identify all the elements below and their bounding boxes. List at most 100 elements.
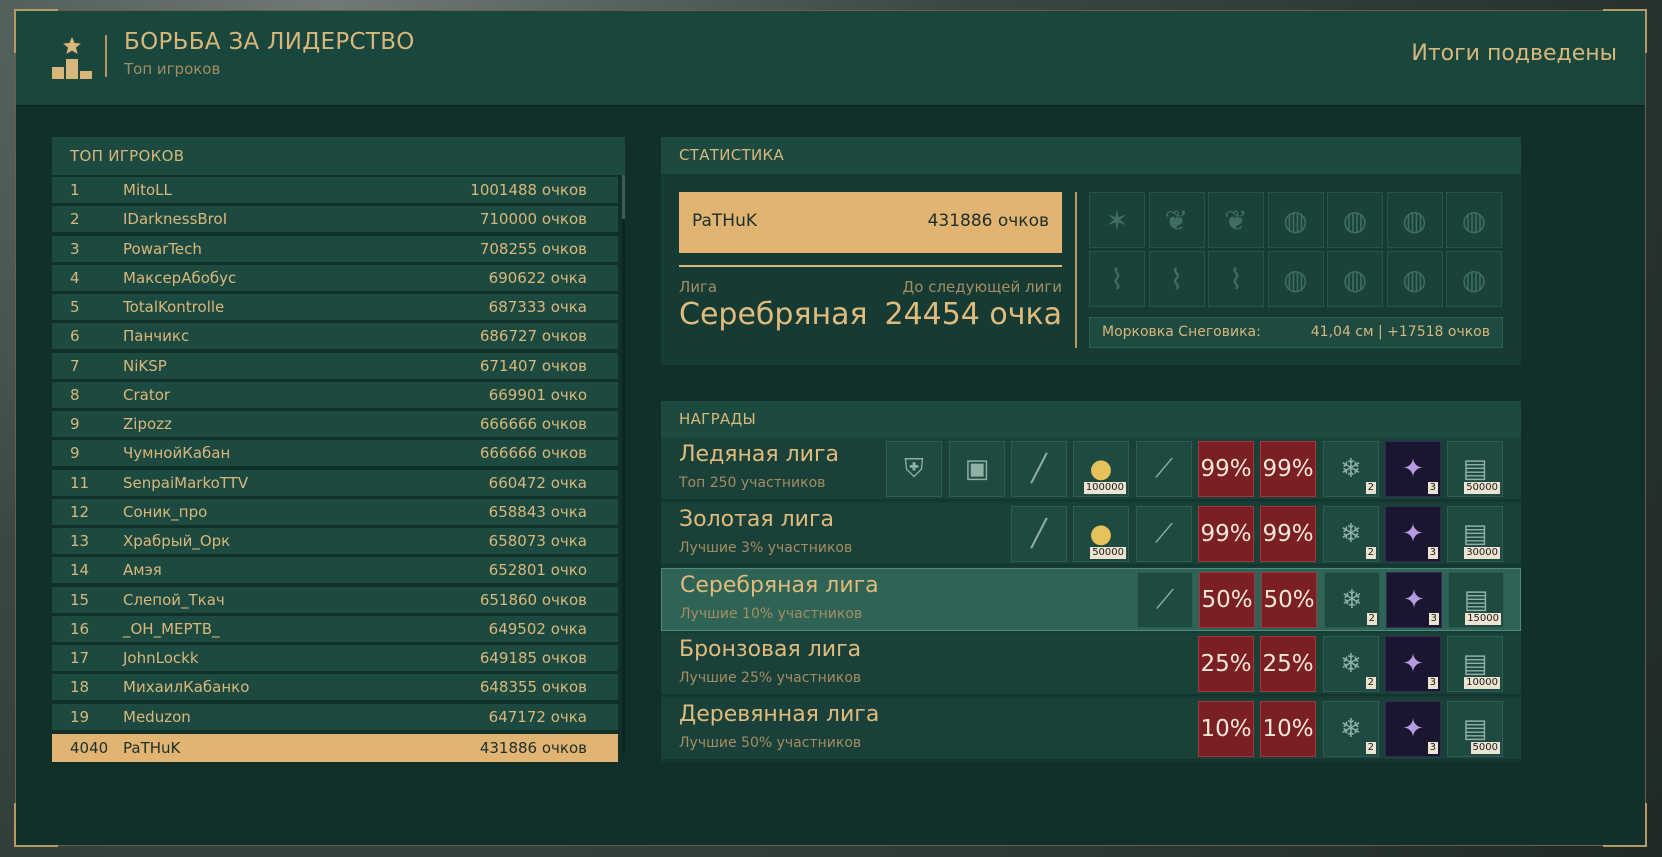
player-row[interactable]: 18 МихаилКабанко 648355 очков xyxy=(52,674,618,702)
snowflake-medal-icon[interactable]: ❄ 2 xyxy=(1324,572,1380,628)
loot-box-icon[interactable]: ✦ 3 xyxy=(1385,636,1441,692)
snowflake-medal-icon[interactable]: ❄ 2 xyxy=(1323,636,1379,692)
league-row-gold[interactable]: Золотая лига Лучшие 3% участников ╱ ● 500… xyxy=(661,503,1521,566)
player-row[interactable]: 8 Crator 669901 очко xyxy=(52,381,618,409)
ornament-icon[interactable]: ◍ xyxy=(1327,251,1383,307)
player-name: Соник_про xyxy=(123,502,208,521)
league-row-ice[interactable]: Ледяная лига Топ 250 участников ⛨ ▣ ╱ ● 1… xyxy=(661,438,1521,501)
ornament-icon[interactable]: ◍ xyxy=(1386,251,1443,307)
scrollbar-track[interactable] xyxy=(622,175,625,753)
top-players-panel: ТОП ИГРОКОВ 1 MitoLL 1001488 очков 2 IDarkne… xyxy=(52,137,625,762)
map-icon[interactable]: ▤ 15000 xyxy=(1448,572,1504,628)
player-name: МаксерАбобус xyxy=(123,268,237,287)
next-league-points: 24454 очка xyxy=(884,297,1062,332)
rewards-title: НАГРАДЫ xyxy=(661,401,1521,438)
player-row[interactable]: 5 TotalKontrolle 687333 очка xyxy=(52,294,618,321)
player-row[interactable]: 7 NiKSP 671407 очков xyxy=(52,352,618,380)
player-rank: 3 xyxy=(70,239,80,258)
discount-backpack-icon[interactable]: 10% xyxy=(1260,701,1316,757)
player-row[interactable]: 9 Zipozz 666666 очков xyxy=(52,411,618,438)
player-score: 666666 очков xyxy=(479,444,587,463)
loot-box-icon[interactable]: ✦ 3 xyxy=(1385,506,1441,562)
discount-backpack-icon[interactable]: 99% xyxy=(1198,441,1254,497)
ornament-icon[interactable]: ◍ xyxy=(1446,251,1502,307)
player-row[interactable]: 2 IDarknessBroI 710000 очков xyxy=(52,206,618,234)
star-icon[interactable]: ✶ xyxy=(1089,192,1145,248)
coin-icon[interactable]: ● 50000 xyxy=(1073,506,1129,562)
league-row-wooden[interactable]: Деревянная лига Лучшие 50% участников 10… xyxy=(661,698,1521,761)
device-icon[interactable]: ▣ xyxy=(949,441,1005,497)
player-score: 660472 очка xyxy=(488,473,587,492)
loot-box-icon[interactable]: ✦ 3 xyxy=(1386,572,1442,628)
player-row[interactable]: 13 Храбрый_Орк 658073 очка xyxy=(52,528,618,555)
knife-icon[interactable]: ⟋ xyxy=(1137,572,1193,628)
discount-backpack-icon[interactable]: 50% xyxy=(1261,572,1317,628)
map-icon[interactable]: ▤ 50000 xyxy=(1447,441,1503,497)
snowflake-medal-icon[interactable]: ❄ 2 xyxy=(1323,506,1379,562)
my-name: PaTHuK xyxy=(123,739,181,757)
player-row[interactable]: 12 Соник_про 658843 очка xyxy=(52,498,618,526)
ornament-icon[interactable]: ◍ xyxy=(1267,251,1324,307)
map-value: 15000 xyxy=(1465,613,1501,625)
player-row[interactable]: 11 SenpaiMarkoTTV 660472 очка xyxy=(52,469,618,497)
garland-icon[interactable]: ⌇ xyxy=(1148,251,1205,307)
discount-backpack-icon[interactable]: 50% xyxy=(1199,572,1255,628)
loot-box-icon[interactable]: ✦ 3 xyxy=(1385,441,1441,497)
player-row[interactable]: 14 Амэя 652801 очко xyxy=(52,557,618,585)
league-value: Серебряная xyxy=(679,297,868,332)
discount-backpack-icon[interactable]: 10% xyxy=(1198,701,1254,757)
branch-icon[interactable]: ❦ xyxy=(1208,192,1264,248)
player-row[interactable]: 3 PowarTech 708255 очков xyxy=(52,235,618,263)
page-subtitle: Топ игроков xyxy=(124,60,221,78)
player-row[interactable]: 19 Meduzon 647172 очка xyxy=(52,703,618,731)
garland-icon[interactable]: ⌇ xyxy=(1208,251,1264,307)
discount-backpack-icon[interactable]: 99% xyxy=(1198,506,1254,562)
box-count: 3 xyxy=(1427,677,1438,689)
rifle-icon[interactable]: ╱ xyxy=(1011,506,1067,562)
branch-icon[interactable]: ❦ xyxy=(1148,192,1205,248)
knife-icon[interactable]: ⟋ xyxy=(1136,441,1192,497)
statistics-title: СТАТИСТИКА xyxy=(661,137,1521,174)
frame-corner xyxy=(14,803,58,847)
players-list[interactable]: 1 MitoLL 1001488 очков 2 IDarknessBroI 710000… xyxy=(52,177,618,733)
map-icon[interactable]: ▤ 30000 xyxy=(1447,506,1503,562)
ornament-icon[interactable]: ◍ xyxy=(1386,192,1443,248)
my-rank: 4040 xyxy=(70,739,109,757)
scrollbar-thumb[interactable] xyxy=(622,175,625,219)
league-row-silver[interactable]: Серебряная лига Лучшие 10% участников ⟋ … xyxy=(661,568,1521,631)
knife-icon[interactable]: ⟋ xyxy=(1136,506,1192,562)
league-row-bronze[interactable]: Бронзовая лига Лучшие 25% участников 25%… xyxy=(661,633,1521,696)
box-count: 3 xyxy=(1427,547,1438,559)
my-rank-row[interactable]: 4040 PaTHuK 431886 очков xyxy=(52,734,618,762)
player-name: JohnLockk xyxy=(123,649,199,667)
player-score: 671407 очков xyxy=(479,356,587,375)
snowflake-medal-icon[interactable]: ❄ 2 xyxy=(1323,441,1379,497)
loot-box-icon[interactable]: ✦ 3 xyxy=(1385,701,1441,757)
ornament-icon[interactable]: ◍ xyxy=(1327,192,1383,248)
coin-amount: 50000 xyxy=(1090,547,1126,559)
player-row[interactable]: 6 Панчикс 686727 очков xyxy=(52,323,618,351)
player-name: Zipozz xyxy=(123,415,172,433)
armor-icon[interactable]: ⛨ xyxy=(886,441,942,497)
discount-backpack-icon[interactable]: 99% xyxy=(1260,441,1316,497)
player-rank: 17 xyxy=(70,649,90,667)
map-icon[interactable]: ▤ 5000 xyxy=(1447,701,1503,757)
discount-backpack-icon[interactable]: 25% xyxy=(1198,636,1254,692)
rifle-icon[interactable]: ╱ xyxy=(1011,441,1067,497)
player-row[interactable]: 16 _ОН_МЕРТВ_ 649502 очка xyxy=(52,615,618,643)
player-row[interactable]: 17 JohnLockk 649185 очков xyxy=(52,645,618,672)
player-row[interactable]: 1 MitoLL 1001488 очков xyxy=(52,177,618,204)
discount-backpack-icon[interactable]: 25% xyxy=(1260,636,1316,692)
ornament-icon[interactable]: ◍ xyxy=(1446,192,1502,248)
coin-icon[interactable]: ● 100000 xyxy=(1073,441,1129,497)
map-icon[interactable]: ▤ 10000 xyxy=(1447,636,1503,692)
player-name: Meduzon xyxy=(123,707,191,726)
player-row[interactable]: 9 ЧумнойКабан 666666 очков xyxy=(52,440,618,468)
player-row[interactable]: 15 Слепой_Ткач 651860 очков xyxy=(52,586,618,614)
discount-backpack-icon[interactable]: 99% xyxy=(1260,506,1316,562)
map-value: 30000 xyxy=(1464,547,1500,559)
player-row[interactable]: 4 МаксерАбобус 690622 очка xyxy=(52,264,618,292)
ornament-icon[interactable]: ◍ xyxy=(1267,192,1324,248)
garland-icon[interactable]: ⌇ xyxy=(1089,251,1145,307)
snowflake-medal-icon[interactable]: ❄ 2 xyxy=(1323,701,1379,757)
